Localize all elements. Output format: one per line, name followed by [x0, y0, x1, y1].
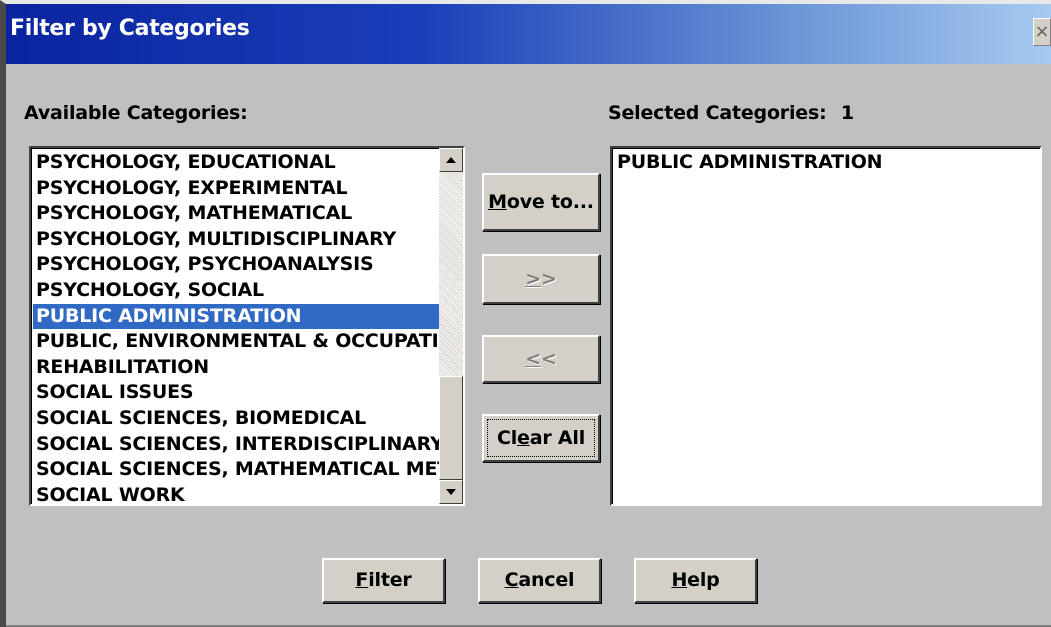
list-item[interactable]: SOCIAL SCIENCES, MATHEMATICAL MET — [33, 457, 439, 483]
list-item[interactable]: PSYCHOLOGY, EDUCATIONAL — [33, 150, 439, 176]
arrow-down-icon — [446, 489, 456, 495]
remove-button[interactable]: << — [482, 335, 600, 383]
list-item[interactable]: PSYCHOLOGY, MATHEMATICAL — [33, 201, 439, 227]
add-mnemonic: > — [525, 268, 541, 290]
list-item[interactable]: REHABILITATION — [33, 355, 439, 381]
selected-categories-label: Selected Categories: 1 — [608, 102, 854, 124]
clear-all-label-end: ar All — [529, 427, 586, 449]
help-button[interactable]: Help — [634, 558, 757, 603]
selected-categories-list[interactable]: PUBLIC ADMINISTRATION — [610, 146, 1042, 506]
available-items: PSYCHOLOGY, EDUCATIONAL PSYCHOLOGY, EXPER… — [33, 150, 439, 504]
cancel-button[interactable]: Cancel — [478, 558, 601, 603]
clear-all-button[interactable]: Clear All — [482, 414, 600, 462]
filter-dialog: Filter by Categories × Available Categor… — [0, 0, 1051, 627]
list-item[interactable]: PSYCHOLOGY, PSYCHOANALYSIS — [33, 252, 439, 278]
list-item[interactable]: PSYCHOLOGY, MULTIDISCIPLINARY — [33, 227, 439, 253]
close-icon[interactable]: × — [1033, 18, 1051, 46]
list-item[interactable]: SOCIAL SCIENCES, BIOMEDICAL — [33, 406, 439, 432]
add-button[interactable]: >> — [482, 254, 600, 304]
add-label: > — [541, 268, 557, 290]
help-mnemonic: H — [671, 569, 688, 591]
selected-categories-label-text: Selected Categories: — [608, 102, 827, 124]
list-item[interactable]: PSYCHOLOGY, EXPERIMENTAL — [33, 176, 439, 202]
list-item[interactable]: PUBLIC ADMINISTRATION — [33, 303, 439, 330]
available-categories-list[interactable]: PSYCHOLOGY, EDUCATIONAL PSYCHOLOGY, EXPER… — [29, 146, 465, 506]
list-item[interactable]: PSYCHOLOGY, SOCIAL — [33, 278, 439, 304]
list-item[interactable]: PUBLIC ADMINISTRATION — [614, 150, 1020, 176]
list-item[interactable]: PUBLIC, ENVIRONMENTAL & OCCUPATIO — [33, 329, 439, 355]
scroll-down-button[interactable] — [439, 480, 463, 504]
remove-mnemonic: < — [525, 348, 541, 370]
selected-count: 1 — [840, 102, 854, 124]
title-bar[interactable]: Filter by Categories × — [6, 4, 1051, 64]
available-categories-label: Available Categories: — [24, 102, 248, 124]
move-to-mnemonic: M — [488, 191, 507, 213]
arrow-up-icon — [446, 157, 456, 163]
vertical-scrollbar[interactable] — [439, 148, 463, 504]
clear-all-label-start: Cl — [496, 427, 518, 449]
cancel-label: ancel — [518, 569, 575, 591]
list-item[interactable]: SOCIAL ISSUES — [33, 380, 439, 406]
move-to-button[interactable]: Move to... — [482, 173, 600, 231]
list-item[interactable]: SOCIAL WORK — [33, 483, 439, 504]
scroll-up-button[interactable] — [439, 148, 463, 172]
filter-label: ilter — [368, 569, 412, 591]
remove-label: < — [541, 348, 557, 370]
dialog-title: Filter by Categories — [10, 16, 250, 41]
selected-items: PUBLIC ADMINISTRATION — [614, 150, 1020, 176]
scroll-thumb[interactable] — [439, 376, 463, 480]
filter-button[interactable]: Filter — [322, 558, 445, 603]
move-to-label: ove to... — [506, 191, 594, 213]
cancel-mnemonic: C — [504, 569, 519, 591]
help-label: elp — [687, 569, 720, 591]
filter-mnemonic: F — [355, 569, 369, 591]
clear-all-mnemonic: e — [517, 427, 530, 449]
list-item[interactable]: SOCIAL SCIENCES, INTERDISCIPLINARY — [33, 432, 439, 458]
